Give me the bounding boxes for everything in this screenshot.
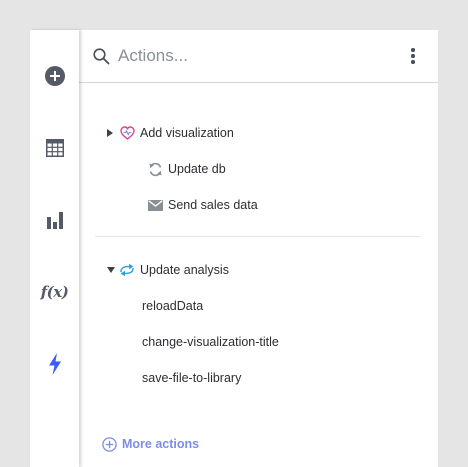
script-item-change-visualization-title[interactable]: change-visualization-title	[142, 335, 279, 349]
heart-icon	[119, 125, 135, 141]
action-label: Send sales data	[168, 198, 258, 212]
search-icon	[93, 48, 110, 65]
plus-circle-icon	[44, 66, 65, 86]
bar-chart-icon	[46, 212, 63, 229]
rail-function-button[interactable]: f(x)	[30, 272, 79, 312]
more-actions-button[interactable]: More actions	[102, 435, 199, 453]
search-bar	[79, 30, 438, 83]
action-update-analysis[interactable]: Update analysis	[107, 259, 229, 281]
rail-add-button[interactable]	[30, 56, 79, 96]
action-label: Update db	[168, 162, 226, 176]
more-actions-label: More actions	[122, 437, 200, 451]
rail-actions-button[interactable]	[30, 344, 79, 384]
side-rail: f(x)	[30, 30, 79, 467]
action-send-sales-data[interactable]: Send sales data	[147, 194, 258, 216]
section-divider	[95, 236, 421, 237]
fx-icon: f(x)	[40, 283, 69, 301]
rail-chart-button[interactable]	[30, 200, 79, 240]
chevron-down-icon[interactable]	[107, 267, 115, 273]
app-window: f(x) Actions... Add visualization Update…	[30, 30, 438, 467]
mail-icon	[147, 197, 163, 213]
table-icon	[45, 139, 64, 157]
script-item-save-file-to-library[interactable]: save-file-to-library	[142, 371, 241, 385]
flow-icon	[119, 262, 135, 278]
script-item-reloaddata[interactable]: reloadData	[142, 299, 203, 313]
refresh-icon	[147, 161, 163, 177]
actions-panel: Add visualization Update db	[79, 30, 438, 467]
action-update-db[interactable]: Update db	[147, 158, 226, 180]
rail-table-button[interactable]	[30, 128, 79, 168]
plus-circle-outline-icon	[102, 436, 117, 452]
search-input[interactable]	[118, 43, 388, 69]
more-options-icon[interactable]	[407, 48, 419, 66]
action-label: Add visualization	[140, 126, 234, 140]
action-label: Update analysis	[140, 263, 229, 277]
lightning-icon	[48, 353, 61, 375]
action-add-visualization[interactable]: Add visualization	[107, 122, 234, 144]
chevron-right-icon[interactable]	[107, 129, 113, 137]
